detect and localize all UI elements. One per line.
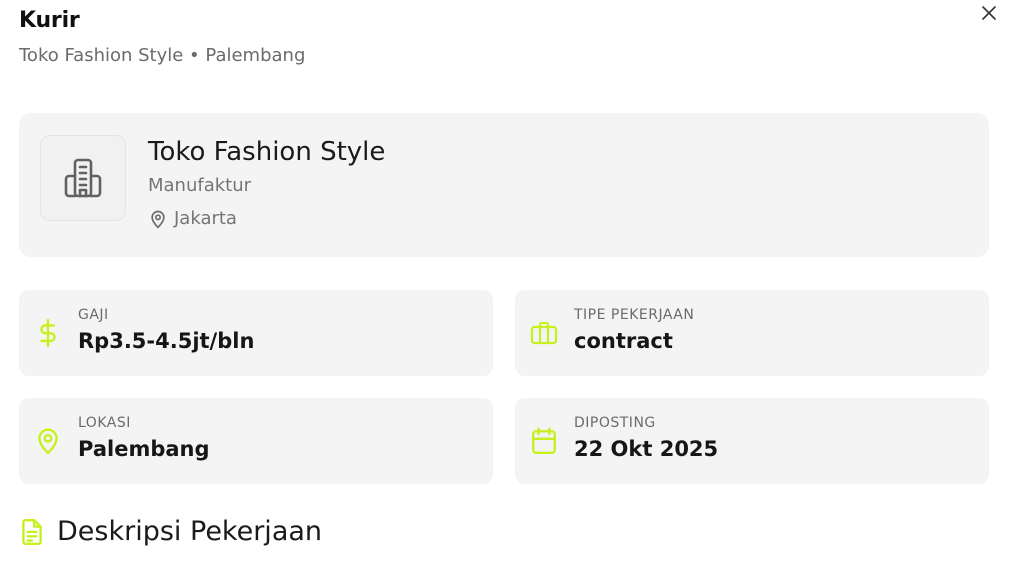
map-pin-icon [151,210,165,228]
close-button[interactable] [978,2,1000,24]
job-type-value: contract [574,329,673,353]
location-value: Palembang [78,437,210,461]
salary-value: Rp3.5-4.5jt/bln [78,329,255,353]
description-section-header: Deskripsi Pekerjaan [19,516,322,547]
salary-icon-wrap [34,319,62,347]
close-icon [982,6,996,20]
job-type-icon-wrap [530,319,558,347]
salary-label: GAJI [78,307,109,323]
posted-value: 22 Okt 2025 [574,437,719,461]
dollar-icon [40,319,56,347]
company-location-label: Jakarta [174,208,237,229]
job-type-card: TIPE PEKERJAAN contract [515,290,989,376]
location-card: LOKASI Palembang [19,398,493,484]
calendar-icon [532,427,556,455]
briefcase-icon [530,321,558,345]
company-industry: Manufaktur [148,175,252,196]
posted-icon-wrap [530,427,558,455]
company-card[interactable]: Toko Fashion Style Manufaktur Jakarta [19,113,989,257]
description-title: Deskripsi Pekerjaan [57,516,323,547]
posted-label: DIPOSTING [574,415,656,431]
location-label: LOKASI [78,415,131,431]
job-type-label: TIPE PEKERJAAN [574,307,695,323]
salary-card: GAJI Rp3.5-4.5jt/bln [19,290,493,376]
location-icon-wrap [34,427,62,455]
job-title: Kurir [19,8,80,33]
posted-card: DIPOSTING 22 Okt 2025 [515,398,989,484]
document-icon [22,518,42,545]
company-logo [40,135,126,221]
company-name: Toko Fashion Style [148,137,386,167]
job-subtitle: Toko Fashion Style • Palembang [19,45,306,66]
job-detail-modal: Kurir Toko Fashion Style • Palembang Tok… [0,0,1016,566]
map-pin-icon [38,428,58,455]
building-icon [64,158,102,198]
company-location: Jakarta [148,208,237,229]
